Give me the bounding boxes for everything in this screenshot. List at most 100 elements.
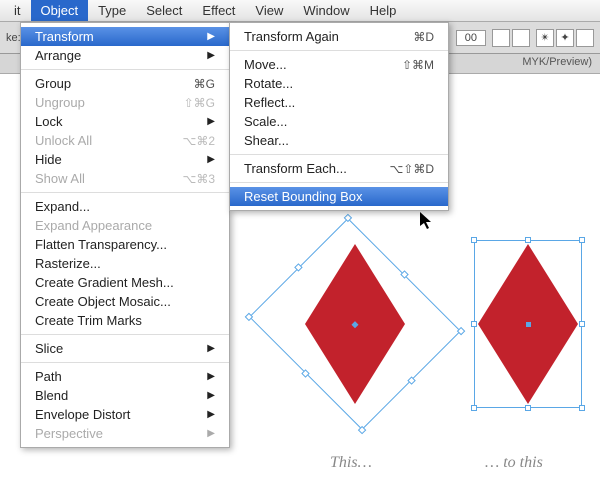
- bbox-handle[interactable]: [457, 327, 465, 335]
- rotated-bounding-box[interactable]: [249, 218, 461, 430]
- menu-label: Rasterize...: [35, 256, 101, 271]
- menu-label: Transform Each...: [244, 161, 347, 176]
- stroke-label: ke:: [6, 32, 21, 44]
- menu-label: Perspective: [35, 426, 103, 441]
- menu-label: Create Trim Marks: [35, 313, 142, 328]
- bbox-handle[interactable]: [400, 270, 408, 278]
- submenu-item-each[interactable]: Transform Each... ⌥⇧⌘D: [230, 159, 448, 178]
- menu-item-rasterize[interactable]: Rasterize...: [21, 254, 229, 273]
- menu-window[interactable]: Window: [293, 0, 359, 21]
- submenu-item-again[interactable]: Transform Again ⌘D: [230, 27, 448, 46]
- selection-tool-icon[interactable]: ✴: [536, 29, 554, 47]
- menu-label: Blend: [35, 388, 68, 403]
- toolbar-buttons-2: ✴ ✦: [536, 29, 594, 47]
- menu-label: Flatten Transparency...: [35, 237, 167, 252]
- menu-label: Expand...: [35, 199, 90, 214]
- menu-item-show-all: Show All⌥⌘3: [21, 169, 229, 188]
- submenu-item-shear[interactable]: Shear...: [230, 131, 448, 150]
- menu-object[interactable]: Object: [31, 0, 89, 21]
- menu-item-group[interactable]: Group ⌘G: [21, 74, 229, 93]
- menu-label: Shear...: [244, 133, 289, 148]
- menu-type[interactable]: Type: [88, 0, 136, 21]
- submenu-item-move[interactable]: Move...⇧⌘M: [230, 55, 448, 74]
- bbox-handle[interactable]: [471, 237, 477, 243]
- menu-item-gradient-mesh[interactable]: Create Gradient Mesh...: [21, 273, 229, 292]
- bbox-handle[interactable]: [579, 237, 585, 243]
- menu-label: Arrange: [35, 48, 81, 63]
- submenu-arrow-icon: ▶: [207, 50, 215, 61]
- shortcut: ⌥⇧⌘D: [389, 162, 434, 176]
- menu-item-hide[interactable]: Hide ▶: [21, 150, 229, 169]
- shortcut: ⇧⌘M: [402, 58, 434, 72]
- bbox-handle[interactable]: [294, 263, 302, 271]
- menu-item-blend[interactable]: Blend▶: [21, 386, 229, 405]
- menu-label: Create Object Mosaic...: [35, 294, 171, 309]
- menu-item-arrange[interactable]: Arrange ▶: [21, 46, 229, 65]
- bbox-handle[interactable]: [344, 214, 352, 222]
- menu-label: Ungroup: [35, 95, 85, 110]
- menu-item-envelope[interactable]: Envelope Distort ▶: [21, 405, 229, 424]
- submenu-item-reflect[interactable]: Reflect...: [230, 93, 448, 112]
- menu-select[interactable]: Select: [136, 0, 192, 21]
- menu-view[interactable]: View: [245, 0, 293, 21]
- menu-item-trim-marks[interactable]: Create Trim Marks: [21, 311, 229, 330]
- menu-label: Slice: [35, 341, 63, 356]
- object-menu-dropdown: Transform▶ Arrange▶ Group⌘G Ungroup⇧⌘G L…: [20, 22, 230, 448]
- numeric-field[interactable]: 00: [456, 30, 486, 46]
- bbox-handle[interactable]: [245, 313, 253, 321]
- menu-item-transform[interactable]: Transform▶: [21, 27, 229, 46]
- menubar: it Object Type Select Effect View Window…: [0, 0, 600, 22]
- shortcut: ⌘D: [413, 30, 434, 44]
- transform-submenu: Transform Again ⌘D Move...⇧⌘M Rotate... R…: [229, 22, 449, 211]
- submenu-item-rotate[interactable]: Rotate...: [230, 74, 448, 93]
- menu-label: Lock: [35, 114, 62, 129]
- menu-separator: [230, 154, 448, 155]
- shortcut: ⌘G: [194, 77, 215, 91]
- menu-item-lock[interactable]: Lock▶: [21, 112, 229, 131]
- menu-item-path[interactable]: Path▶: [21, 367, 229, 386]
- submenu-arrow-icon: ▶: [207, 428, 215, 439]
- menu-label: Reset Bounding Box: [244, 189, 363, 204]
- menu-item-object-mosaic[interactable]: Create Object Mosaic...: [21, 292, 229, 311]
- menu-label: Transform Again: [244, 29, 339, 44]
- tool-button-2[interactable]: [512, 29, 530, 47]
- bbox-handle[interactable]: [407, 376, 415, 384]
- submenu-arrow-icon: ▶: [207, 31, 215, 42]
- toolbar-buttons: [492, 29, 530, 47]
- caption-to-this: … to this: [485, 454, 543, 472]
- bbox-handle[interactable]: [525, 405, 531, 411]
- reset-bounding-box[interactable]: [474, 240, 582, 408]
- bbox-handle[interactable]: [471, 405, 477, 411]
- submenu-arrow-icon: ▶: [207, 154, 215, 165]
- menu-label: Envelope Distort: [35, 407, 130, 422]
- wand-tool-icon[interactable]: ✦: [556, 29, 574, 47]
- menu-item-unlock-all: Unlock All⌥⌘2: [21, 131, 229, 150]
- shortcut: ⌥⌘3: [182, 172, 215, 186]
- bbox-handle[interactable]: [301, 369, 309, 377]
- center-handle[interactable]: [526, 322, 531, 327]
- bbox-handle[interactable]: [525, 237, 531, 243]
- menu-help[interactable]: Help: [360, 0, 407, 21]
- caption-this: This…: [330, 454, 372, 472]
- menu-item-flatten[interactable]: Flatten Transparency...: [21, 235, 229, 254]
- submenu-item-scale[interactable]: Scale...: [230, 112, 448, 131]
- bbox-handle[interactable]: [579, 405, 585, 411]
- menu-edit-partial[interactable]: it: [4, 0, 31, 21]
- tool-button-1[interactable]: [492, 29, 510, 47]
- tool-button-5[interactable]: [576, 29, 594, 47]
- menu-item-slice[interactable]: Slice▶: [21, 339, 229, 358]
- menu-label: Group: [35, 76, 71, 91]
- bbox-handle[interactable]: [471, 321, 477, 327]
- menu-label: Hide: [35, 152, 62, 167]
- bbox-handle[interactable]: [358, 426, 366, 434]
- menu-label: Create Gradient Mesh...: [35, 275, 174, 290]
- menu-item-expand[interactable]: Expand...: [21, 197, 229, 216]
- menu-effect[interactable]: Effect: [192, 0, 245, 21]
- menu-separator: [230, 182, 448, 183]
- bbox-handle[interactable]: [579, 321, 585, 327]
- submenu-item-reset-bbox[interactable]: Reset Bounding Box: [230, 187, 448, 206]
- menu-label: Reflect...: [244, 95, 295, 110]
- submenu-arrow-icon: ▶: [207, 409, 215, 420]
- center-handle[interactable]: [351, 321, 358, 328]
- menu-separator: [21, 69, 229, 70]
